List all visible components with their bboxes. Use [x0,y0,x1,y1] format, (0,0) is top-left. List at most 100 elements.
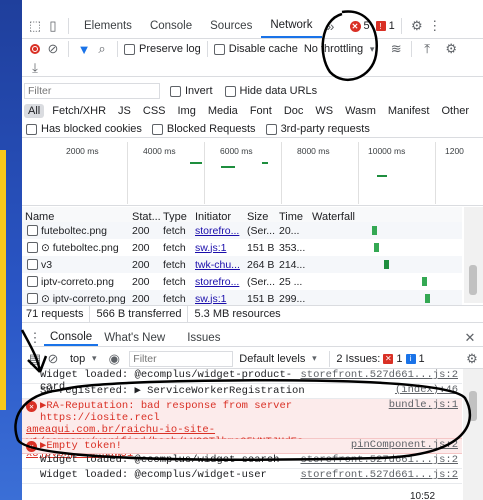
type-chip-js[interactable]: JS [114,104,135,118]
console-error-message[interactable]: ✕ ▶RA-Reputation: bad response from serve… [22,399,462,460]
type-chip-manifest[interactable]: Manifest [384,104,434,118]
console-log-message[interactable]: Widget loaded: @ecomplus/widget-user stor… [22,469,462,484]
invert-checkbox[interactable] [170,85,181,97]
chevron-down-icon[interactable]: ▾ [363,40,381,58]
more-tabs-icon[interactable]: » [322,17,340,35]
throttling-select[interactable]: No throttling [304,43,363,55]
table-row[interactable]: futeboltec.png 200 fetch storefro... (Ser...… [22,222,462,239]
close-drawer-icon[interactable]: ✕ [461,329,479,347]
type-chip-ws[interactable]: WS [311,104,337,118]
filter-input[interactable] [24,83,160,99]
has-blocked-cookies-checkbox[interactable] [26,123,37,135]
message-source-link[interactable]: pinComponent.js:2 [351,439,462,452]
message-line: SW registered: ▶ ServiceWorkerRegistrati… [40,384,462,397]
import-har-icon[interactable]: ⤒ [418,40,436,58]
console-toolbar: ▤ ⊘ top ▾ ◉ Default levels ▾ 2 Issues: ✕… [22,349,483,369]
type-chip-wasm[interactable]: Wasm [341,104,380,118]
context-select[interactable]: top [70,353,85,365]
cell-initiator[interactable]: sw.js:1 [195,242,227,254]
tab-sources[interactable]: Sources [201,14,261,38]
device-toolbar-icon[interactable]: ▯ [44,17,62,35]
row-checkbox[interactable] [27,293,38,304]
type-chip-font[interactable]: Font [246,104,276,118]
console-filter-input[interactable] [129,350,234,367]
sidebar-toggle-icon[interactable]: ▤ [26,350,44,368]
type-chip-fetch-xhr[interactable]: Fetch/XHR [48,104,110,118]
clear-console-icon[interactable]: ⊘ [44,350,62,368]
network-settings-gear-icon[interactable]: ⚙ [442,40,460,58]
preserve-log-checkbox[interactable] [124,43,135,55]
message-source-link[interactable]: storefront.527d661...js:2 [300,469,462,481]
clear-icon[interactable]: ⊘ [44,40,62,58]
overview-bar [377,175,387,177]
transferred-size: 566 B transferred [96,308,182,320]
message-body: ▶Empty token! pinComponent.js:2 [40,439,462,453]
row-checkbox[interactable] [27,276,38,287]
record-icon[interactable] [26,40,44,58]
issues-counter[interactable]: 2 Issues: ✕ 1 i 1 [336,353,424,365]
cell-size: (Ser... [247,275,276,288]
console-settings-gear-icon[interactable]: ⚙ [463,350,481,368]
error-counter[interactable]: ✕ 5 [349,20,370,32]
message-line: ▶RA-Reputation: bad response from server… [40,399,462,424]
warning-counter[interactable]: ! 1 [375,20,395,32]
table-row[interactable]: ⊙ futeboltec.png 200 fetch sw.js:1 151 B 353.… [22,239,462,256]
console-error-message[interactable]: ✕ ▶Empty token! pinComponent.js:2 [22,439,462,454]
live-expression-eye-icon[interactable]: ◉ [105,350,123,368]
drawer-tab-whats-new[interactable]: What's New [98,329,171,346]
issue-info-icon: i [405,353,416,364]
type-chip-other[interactable]: Other [437,104,473,118]
message-source-link[interactable]: storefront.527d661...js:2 [300,454,462,466]
cell-initiator[interactable]: twk-chu... [195,259,240,271]
type-chip-img[interactable]: Img [174,104,200,118]
table-row[interactable]: v3 200 fetch twk-chu... 264 B 214... [22,256,462,273]
issues-error-count: 1 [396,352,403,365]
chevron-down-icon[interactable]: ▾ [85,350,103,368]
tab-console[interactable]: Console [141,14,201,38]
log-levels-select[interactable]: Default levels [239,353,305,365]
wifi-conditions-icon[interactable]: ≋ [387,40,405,58]
timeline-tick: 6000 ms [220,146,253,156]
console-log-message[interactable]: SW registered: ▶ ServiceWorkerRegistrati… [22,384,462,399]
type-chip-all[interactable]: All [24,103,45,118]
message-text: Widget loaded: @ecomplus/widget-search [40,454,280,466]
cell-name: futeboltec.png [41,224,107,237]
row-checkbox[interactable] [27,242,38,253]
drawer-menu-icon[interactable]: ⋮ [26,329,44,347]
table-row[interactable]: iptv-correto.png 200 fetch storefro... (Ser.… [22,273,462,290]
table-scrollbar[interactable] [464,207,483,303]
message-source-link[interactable]: (index):46 [395,384,462,397]
search-icon[interactable]: ⌕ [93,40,111,58]
tab-network[interactable]: Network [261,14,322,38]
drawer-tab-console[interactable]: Console [44,329,99,346]
settings-gear-icon[interactable]: ⚙ [408,17,426,35]
console-scrollbar[interactable] [463,369,483,500]
disable-cache-checkbox[interactable] [213,43,225,55]
cell-initiator[interactable]: storefro... [195,276,239,288]
third-party-checkbox[interactable] [265,123,277,135]
invert-label: Invert [185,85,213,97]
message-source-link[interactable]: bundle.js:1 [389,399,462,424]
drawer-tab-issues[interactable]: Issues [181,329,226,346]
waterfall-bar [384,260,389,269]
cell-initiator[interactable]: storefro... [195,225,239,237]
type-chip-doc[interactable]: Doc [280,104,308,118]
resources-size: 5.3 MB resources [194,308,281,320]
chevron-down-icon[interactable]: ▾ [305,350,323,368]
console-log-message[interactable]: Widget loaded: @ecomplus/widget-search st… [22,454,462,469]
console-log-message[interactable]: Widget loaded: @ecomplus/widget-product-… [22,369,462,393]
cell-initiator[interactable]: sw.js:1 [195,293,227,305]
message-body: SW registered: ▶ ServiceWorkerRegistrati… [40,384,462,398]
timeline-tick: 4000 ms [143,146,176,156]
type-chip-css[interactable]: CSS [139,104,170,118]
tab-elements[interactable]: Elements [75,14,141,38]
kebab-menu-icon[interactable]: ⋮ [426,17,444,35]
inspect-element-icon[interactable]: ⬚ [26,17,44,35]
export-har-icon[interactable]: ⤓ [26,59,44,77]
row-checkbox[interactable] [27,225,38,236]
hide-data-urls-checkbox[interactable] [224,85,236,97]
type-chip-media[interactable]: Media [204,104,242,118]
row-checkbox[interactable] [27,259,38,270]
filter-funnel-icon[interactable]: ▼ [75,40,93,58]
blocked-requests-checkbox[interactable] [151,123,163,135]
